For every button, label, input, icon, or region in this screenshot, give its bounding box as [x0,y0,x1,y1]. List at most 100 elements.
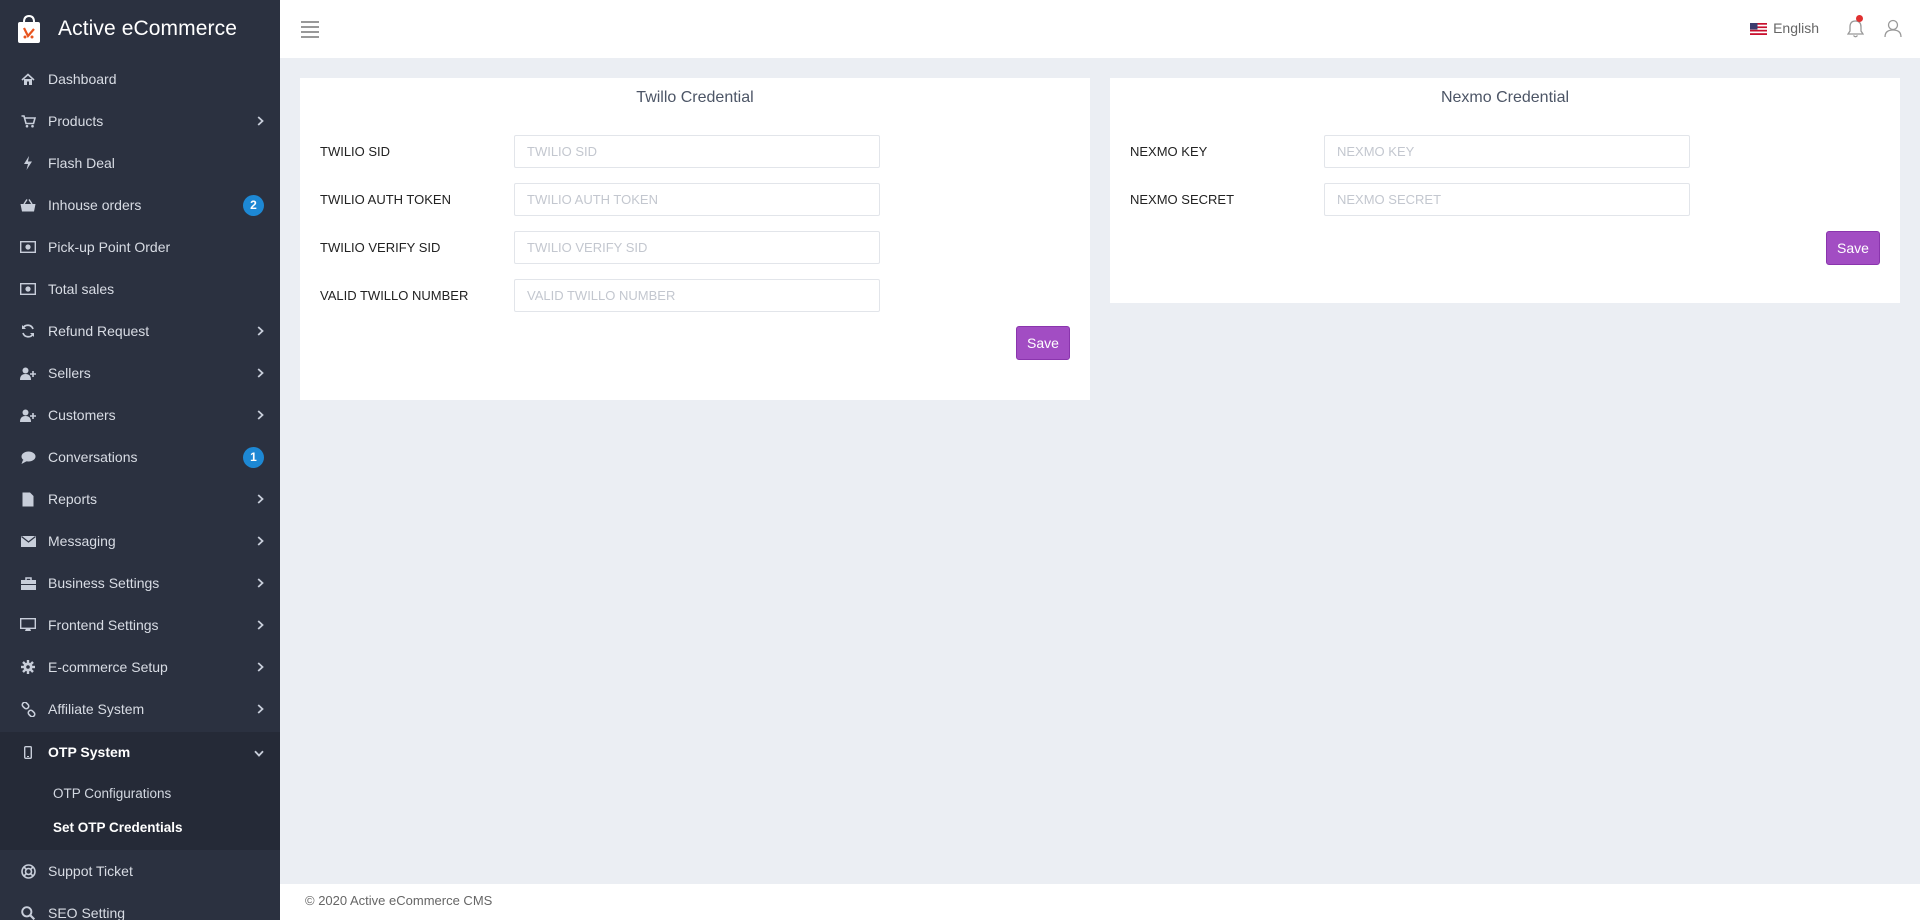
twilio-verify-sid-label: TWILIO VERIFY SID [320,240,441,255]
sidebar-item-label: OTP System [48,744,131,760]
sidebar-item-label: Messaging [48,533,116,549]
language-switcher[interactable]: English [1750,20,1819,36]
sidebar-item-reports[interactable]: Reports [0,478,280,520]
sidebar-item-affiliate-system[interactable]: Affiliate System [0,688,280,730]
twilio-number-input[interactable] [514,279,880,312]
us-flag-icon [1750,22,1768,35]
nexmo-secret-row: NEXMO SECRET [1130,183,1690,216]
nexmo-save-button[interactable]: Save [1826,231,1880,265]
twilio-sid-label: TWILIO SID [320,144,391,159]
nexmo-secret-input[interactable] [1324,183,1690,216]
search-icon [18,906,38,920]
sidebar-item-frontend-settings[interactable]: Frontend Settings [0,604,280,646]
twilio-auth-token-row: TWILIO AUTH TOKEN [320,183,880,216]
chevron-right-icon [257,618,264,633]
sidebar-item-e-commerce-setup[interactable]: E-commerce Setup [0,646,280,688]
bolt-icon [18,156,38,170]
sidebar-nav: Dashboard Products Flash Deal Inhouse order… [0,58,280,920]
submenu-item-otp-configurations[interactable]: OTP Configurations [0,776,280,810]
cart-icon [18,114,38,128]
chevron-right-icon [257,324,264,339]
sidebar-item-refund-request[interactable]: Refund Request [0,310,280,352]
gear-icon [18,660,38,674]
sidebar-item-label: Frontend Settings [48,617,159,633]
chevron-right-icon [257,534,264,549]
chevron-right-icon [257,660,264,675]
sidebar-item-label: Business Settings [48,575,160,591]
sidebar-item-label: Conversations [48,449,138,465]
sidebar-item-label: Pick-up Point Order [48,239,171,255]
brand[interactable]: Active eCommerce [0,0,280,58]
twilio-verify-sid-input[interactable] [514,231,880,264]
menu-toggle-icon[interactable] [301,21,319,38]
sidebar-item-label: Suppot Ticket [48,863,133,879]
nexmo-credential-card: Nexmo Credential NEXMO KEY NEXMO SECRET … [1110,78,1900,303]
refresh-icon [18,324,38,338]
sidebar-item-flash-deal[interactable]: Flash Deal [0,142,280,184]
count-badge: 1 [243,446,264,468]
sidebar-item-pick-up-point-order[interactable]: Pick-up Point Order [0,226,280,268]
sidebar-item-label: Customers [48,407,116,423]
sidebar-item-seo-setting[interactable]: SEO Setting [0,892,280,920]
sidebar-item-customers[interactable]: Customers [0,394,280,436]
twilio-number-row: VALID TWILLO NUMBER [320,279,880,312]
link-icon [18,701,38,717]
sidebar-item-label: Dashboard [48,71,117,87]
sidebar-item-business-settings[interactable]: Business Settings [0,562,280,604]
chevron-right-icon [257,702,264,717]
sidebar-item-inhouse-orders[interactable]: Inhouse orders 2 [0,184,280,226]
money-icon [18,283,38,295]
nexmo-key-label: NEXMO KEY [1130,144,1208,159]
chevron-right-icon [257,408,264,423]
sidebar-item-label: Total sales [48,281,115,297]
sidebar-item-label: Affiliate System [48,701,145,717]
sidebar-item-label: Sellers [48,365,91,381]
chevron-down-icon [254,745,264,760]
nexmo-secret-label: NEXMO SECRET [1130,192,1235,207]
twilio-auth-token-input[interactable] [514,183,880,216]
twilio-credential-card: Twillo Credential TWILIO SID TWILIO AUTH… [300,78,1090,400]
sidebar-item-dashboard[interactable]: Dashboard [0,58,280,100]
user-icon[interactable] [1884,19,1902,41]
sidebar-item-products[interactable]: Products [0,100,280,142]
sidebar-item-conversations[interactable]: Conversations 1 [0,436,280,478]
shopping-bag-logo-icon [16,14,42,44]
submenu-item-set-otp-credentials[interactable]: Set OTP Credentials [0,810,280,844]
chevron-right-icon [257,366,264,381]
brand-name: Active eCommerce [58,17,237,40]
sidebar-item-otp-system[interactable]: OTP System [0,732,280,772]
twilio-sid-row: TWILIO SID [320,135,880,168]
twilio-sid-input[interactable] [514,135,880,168]
nexmo-key-input[interactable] [1324,135,1690,168]
footer: © 2020 Active eCommerce CMS [280,884,1920,920]
nexmo-key-row: NEXMO KEY [1130,135,1690,168]
twilio-auth-token-label: TWILIO AUTH TOKEN [320,192,451,207]
count-badge: 2 [243,194,264,216]
file-icon [18,492,38,507]
sidebar-item-messaging[interactable]: Messaging [0,520,280,562]
sidebar-item-label: Reports [48,491,98,507]
chevron-right-icon [257,114,264,129]
envelope-icon [18,535,38,547]
sidebar-item-label: SEO Setting [48,905,126,920]
basket-icon [18,198,38,212]
sidebar-item-total-sales[interactable]: Total sales [0,268,280,310]
sidebar-item-label: Inhouse orders [48,197,142,213]
otp-submenu: OTP Configurations Set OTP Credentials [0,772,280,850]
mobile-icon [18,745,38,759]
twilio-verify-sid-row: TWILIO VERIFY SID [320,231,880,264]
briefcase-icon [18,576,38,590]
sidebar-item-sellers[interactable]: Sellers [0,352,280,394]
bell-icon[interactable] [1846,19,1865,41]
twilio-number-label: VALID TWILLO NUMBER [320,288,469,303]
twilio-save-button[interactable]: Save [1016,326,1070,360]
user-plus-icon [18,367,38,380]
footer-copyright: © 2020 Active eCommerce CMS [305,893,493,908]
home-icon [18,72,38,86]
topbar: English [280,0,1920,58]
sidebar-item-suppot-ticket[interactable]: Suppot Ticket [0,850,280,892]
sidebar-item-label: Flash Deal [48,155,115,171]
sidebar: Active eCommerce Dashboard Products Flash … [0,0,280,920]
language-label: English [1773,20,1819,36]
twilio-card-title: Twillo Credential [636,89,754,106]
